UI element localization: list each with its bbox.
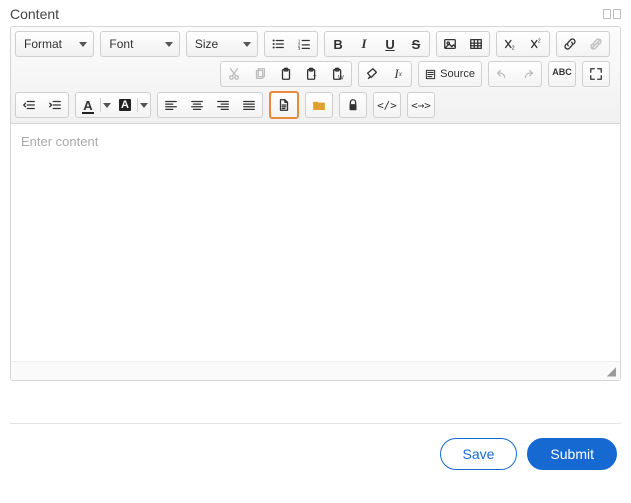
submit-button[interactable]: Submit bbox=[527, 438, 617, 470]
bg-color-button[interactable]: A bbox=[113, 93, 150, 117]
remove-format-button[interactable]: Ix bbox=[385, 62, 411, 86]
paint-format-button[interactable] bbox=[359, 62, 385, 86]
text-color-icon: A bbox=[83, 98, 92, 113]
paste-button[interactable] bbox=[273, 62, 299, 86]
resize-bar: ◢ bbox=[11, 361, 620, 380]
bg-color-icon: A bbox=[119, 99, 131, 111]
caret-down-icon bbox=[79, 42, 87, 47]
content-textarea[interactable] bbox=[11, 124, 620, 356]
panel-title: Content bbox=[10, 6, 59, 22]
source-label: Source bbox=[440, 68, 475, 80]
outdent-button[interactable] bbox=[16, 93, 42, 117]
italic-button[interactable]: I bbox=[351, 32, 377, 56]
caret-down-icon bbox=[165, 42, 173, 47]
embed-button[interactable]: <→> bbox=[408, 93, 434, 117]
bold-button[interactable]: B bbox=[325, 32, 351, 56]
save-button[interactable]: Save bbox=[440, 438, 518, 470]
superscript-button[interactable]: 2 bbox=[523, 32, 549, 56]
toolbar: Format Font Size 123 B I bbox=[11, 27, 620, 124]
table-button[interactable] bbox=[463, 32, 489, 56]
paste-word-button[interactable]: W bbox=[325, 62, 351, 86]
numbered-list-button[interactable]: 123 bbox=[291, 32, 317, 56]
align-center-button[interactable] bbox=[184, 93, 210, 117]
svg-text:3: 3 bbox=[298, 46, 301, 51]
font-select[interactable]: Font bbox=[100, 31, 179, 57]
image-button[interactable] bbox=[437, 32, 463, 56]
maximize-button[interactable] bbox=[583, 62, 609, 86]
paste-text-button[interactable]: T bbox=[299, 62, 325, 86]
section-divider bbox=[10, 423, 621, 424]
code-button[interactable]: </> bbox=[374, 93, 400, 117]
align-left-button[interactable] bbox=[158, 93, 184, 117]
resize-grip-icon[interactable]: ◢ bbox=[607, 364, 616, 378]
copy-button[interactable] bbox=[247, 62, 273, 86]
underline-button[interactable]: U bbox=[377, 32, 403, 56]
align-justify-button[interactable] bbox=[236, 93, 262, 117]
text-color-button[interactable]: A bbox=[76, 93, 113, 117]
expand-header-icon[interactable] bbox=[603, 9, 621, 19]
font-label: Font bbox=[109, 37, 133, 51]
editor-frame: Format Font Size 123 B I bbox=[10, 26, 621, 381]
strike-button[interactable]: S bbox=[403, 32, 429, 56]
align-right-button[interactable] bbox=[210, 93, 236, 117]
svg-text:W: W bbox=[338, 74, 344, 81]
size-select[interactable]: Size bbox=[186, 31, 258, 57]
link-button[interactable] bbox=[557, 32, 583, 56]
svg-text:2: 2 bbox=[512, 45, 515, 51]
indent-button[interactable] bbox=[42, 93, 68, 117]
size-label: Size bbox=[195, 37, 218, 51]
format-select[interactable]: Format bbox=[15, 31, 94, 57]
cut-button[interactable] bbox=[221, 62, 247, 86]
unlink-button[interactable] bbox=[583, 32, 609, 56]
source-button[interactable]: Source bbox=[419, 62, 481, 86]
subscript-button[interactable]: 2 bbox=[497, 32, 523, 56]
caret-down-icon bbox=[243, 42, 251, 47]
svg-text:2: 2 bbox=[538, 38, 541, 44]
spellcheck-button[interactable]: ABC bbox=[549, 62, 575, 86]
lock-button[interactable] bbox=[340, 93, 366, 117]
document-button[interactable] bbox=[271, 93, 297, 117]
redo-button[interactable] bbox=[515, 62, 541, 86]
undo-button[interactable] bbox=[489, 62, 515, 86]
format-label: Format bbox=[24, 37, 62, 51]
bullet-list-button[interactable] bbox=[265, 32, 291, 56]
folder-button[interactable] bbox=[306, 93, 332, 117]
svg-text:T: T bbox=[313, 74, 317, 81]
